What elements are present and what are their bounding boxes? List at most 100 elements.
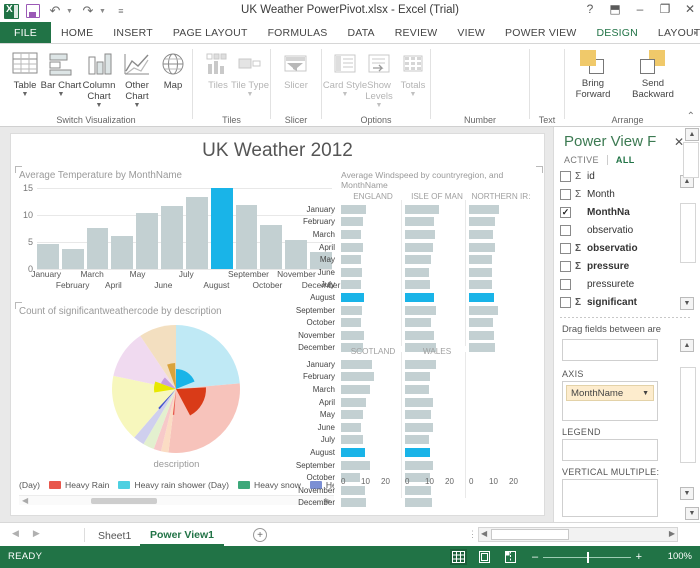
windspeed-bar[interactable] [469,217,496,227]
add-sheet-button[interactable]: + [253,528,267,542]
field-list-item[interactable]: Σ Month [560,185,678,203]
windspeed-bar[interactable] [341,410,363,420]
field-checkbox[interactable] [560,260,571,272]
windspeed-bar[interactable] [405,267,430,277]
pane-scroll-down-icon[interactable]: ▼ [685,507,699,520]
windspeed-bar[interactable] [405,229,436,239]
windspeed-bar[interactable] [469,330,495,340]
zone-scroll-down-icon[interactable]: ▼ [680,487,694,500]
windspeed-bar[interactable] [469,242,495,252]
ribbon-tab-review[interactable]: REVIEW [385,22,448,44]
windspeed-bar[interactable] [469,292,494,302]
windspeed-bar[interactable] [469,305,499,315]
windspeed-bar[interactable] [341,460,370,470]
scrollbar-thumb[interactable] [91,498,157,504]
drop-zone-top[interactable] [562,339,658,361]
zone-scroll-track[interactable] [680,367,696,463]
zoom-handle[interactable] [586,551,589,563]
temperature-bar[interactable] [210,188,233,269]
field-list-item[interactable]: observatio [560,221,678,239]
windspeed-bar[interactable] [341,255,361,265]
temperature-bar[interactable] [37,244,59,269]
windspeed-bar[interactable] [341,242,364,252]
windspeed-bar[interactable] [341,305,362,315]
windspeed-multiples-chart[interactable]: Average Windspeed by countryregion, and … [296,166,543,508]
field-list-item[interactable]: pressurete [560,275,678,293]
windspeed-bar[interactable] [405,359,436,369]
hscroll-left-icon[interactable]: ◀ [481,529,487,538]
field-list-scroll-track[interactable] [680,203,696,263]
ribbon-tab-view[interactable]: VIEW [447,22,495,44]
temperature-bar[interactable] [61,248,84,269]
field-checkbox[interactable] [560,171,571,182]
windspeed-bar[interactable] [405,384,430,394]
windspeed-bar[interactable] [341,397,367,407]
zoom-track[interactable] [543,551,631,563]
restore-icon[interactable]: ❐ [658,2,672,16]
legend-item[interactable]: Heavy rain shower (Day) [118,480,229,490]
ribbon-tab-page-layout[interactable]: PAGE LAYOUT [163,22,258,44]
windspeed-bar[interactable] [405,255,431,265]
windspeed-bar[interactable] [341,217,363,227]
page-break-icon[interactable] [502,549,519,565]
tile-type-caret-icon[interactable]: ▼ [227,91,273,98]
report-title[interactable]: UK Weather 2012 [11,140,544,162]
ribbon-tab-data[interactable]: DATA [338,22,385,44]
windspeed-bar[interactable] [341,280,362,290]
legend-item[interactable]: Heavy Rain [49,480,109,490]
windspeed-bar[interactable] [405,292,435,302]
field-checkbox[interactable]: ✓ [560,206,571,218]
windspeed-bar[interactable] [405,204,440,214]
windspeed-bar[interactable] [341,498,367,508]
field-list[interactable]: Σid Σ Month ✓ MonthNa observatio Σobservatio Σp… [560,171,678,311]
bring-forward-button[interactable]: Bring Forward [567,50,619,100]
windspeed-bar[interactable] [405,242,433,252]
scroll-left-icon[interactable]: ◀ [22,496,28,505]
tab-overflow-icon[interactable]: ▸ [694,28,698,37]
windspeed-bar[interactable] [405,330,434,340]
windspeed-bar[interactable] [469,267,492,277]
windspeed-bar[interactable] [469,318,494,328]
legend-item[interactable]: (Day) [19,480,40,490]
windspeed-bar[interactable] [405,397,434,407]
close-icon[interactable]: ✕ [683,2,697,16]
field-list-item[interactable]: Σobservatio [560,239,678,257]
field-list-item[interactable]: Σid [560,171,678,185]
windspeed-bar[interactable] [341,372,374,382]
temperature-bar[interactable] [86,227,109,269]
field-list-item[interactable]: ✓ MonthNa [560,203,678,221]
tab-active[interactable]: ACTIVE [564,155,599,165]
field-list-item[interactable]: Σpressure [560,257,678,275]
windspeed-bar[interactable] [405,435,430,445]
windspeed-bar[interactable] [341,435,363,445]
ribbon-tab-layout[interactable]: LAYOUT [648,22,700,44]
sheet-prev-icon[interactable]: ◀ [12,528,19,539]
temperature-bar[interactable] [111,235,134,269]
zoom-out-icon[interactable]: – [532,551,538,563]
windspeed-bar[interactable] [469,255,493,265]
sheet-tab-sheet1[interactable]: Sheet1 [88,525,141,546]
windspeed-bar[interactable] [469,229,494,239]
axis-field-chip[interactable]: MonthName ▼ [566,385,654,401]
zoom-in-icon[interactable]: + [636,551,642,563]
windspeed-bar[interactable] [341,318,361,328]
temperature-bar[interactable] [161,206,183,269]
windspeed-bar[interactable] [341,422,361,432]
pie-legend[interactable]: (Day) Heavy Rain Heavy rain shower (Day) He… [19,478,334,492]
ribbon-display-options-icon[interactable]: ⬒ [608,2,622,16]
ribbon-tab-insert[interactable]: INSERT [103,22,163,44]
sheet-split-handle[interactable]: ⋮ [468,529,477,540]
pane-scroll-track[interactable] [683,142,699,178]
field-list-item[interactable]: Σsignificant [560,293,678,311]
slicer-button[interactable]: Slicer [273,48,319,91]
windspeed-bar[interactable] [469,204,499,214]
hscroll-right-icon[interactable]: ▶ [669,529,675,538]
windspeed-bar[interactable] [341,384,370,394]
map-button[interactable]: Map [150,48,196,91]
windspeed-bar[interactable] [405,498,433,508]
viz-corner-handle[interactable] [15,166,22,173]
other-chart-caret-icon[interactable]: ▼ [114,102,160,109]
windspeed-bar[interactable] [341,204,367,214]
minimize-icon[interactable]: – [633,2,647,16]
pie-corner-handle[interactable] [15,302,22,309]
